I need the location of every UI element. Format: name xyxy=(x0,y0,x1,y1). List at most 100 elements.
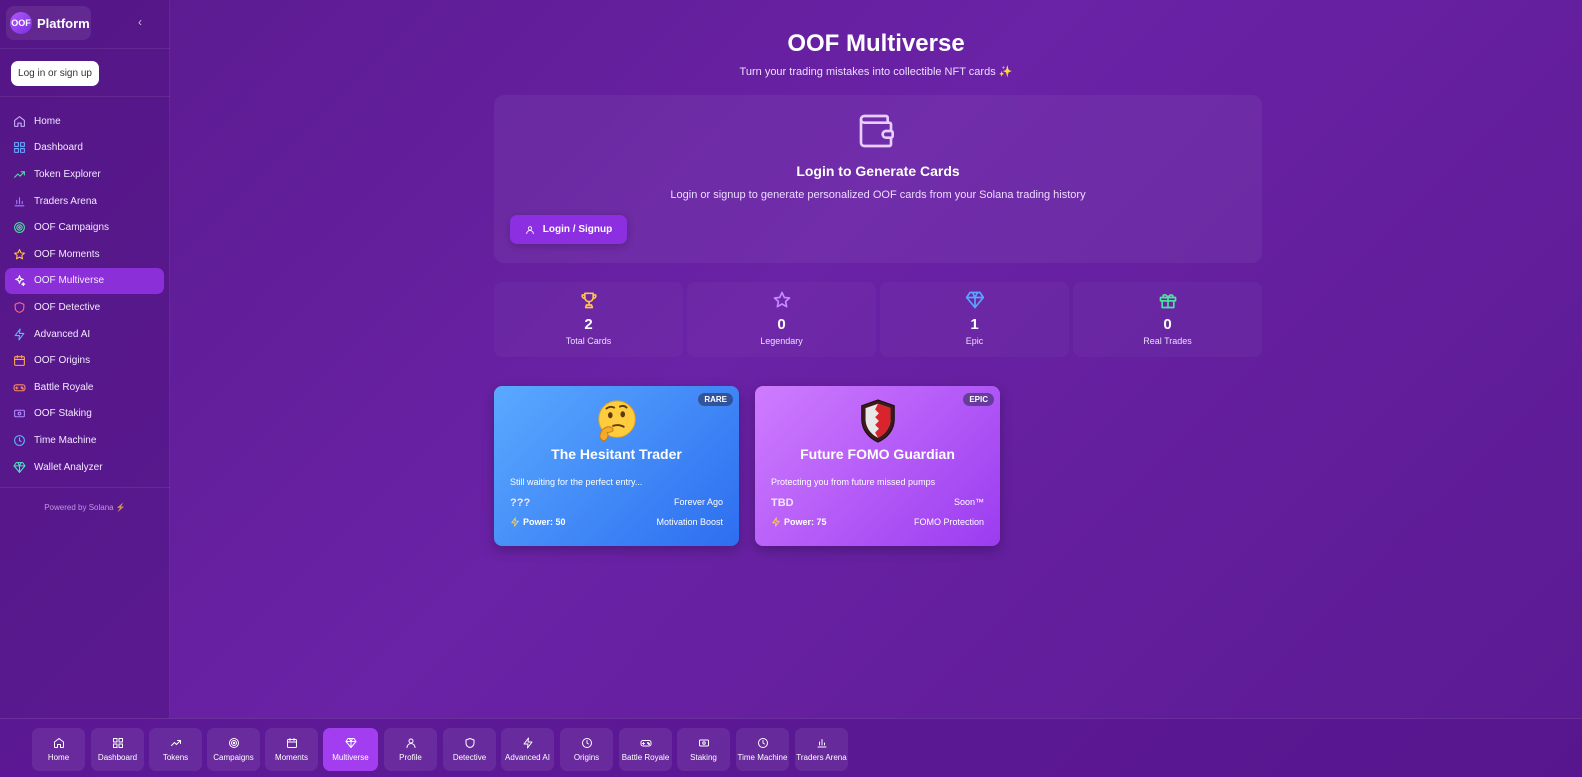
bar-chart-icon xyxy=(817,739,826,748)
brand[interactable]: OOF Platform xyxy=(6,6,91,40)
card-title: The Hesitant Trader xyxy=(551,446,682,462)
sidebar-item-label: OOF Staking xyxy=(34,408,92,420)
bottom-nav-origins[interactable]: Origins xyxy=(560,728,613,771)
card-emoji xyxy=(494,398,739,442)
sidebar-item-label: Traders Arena xyxy=(34,195,97,207)
sidebar-item-oof-multiverse[interactable]: OOF Multiverse xyxy=(5,267,164,295)
sidebar-item-oof-campaigns[interactable]: OOF Campaigns xyxy=(5,214,164,241)
sidebar-item-traders-arena[interactable]: Traders Arena xyxy=(5,188,164,215)
stat-total-cards: 2 Total Cards xyxy=(494,282,683,357)
bottom-nav-detective[interactable]: Detective xyxy=(443,728,496,771)
bottom-nav-dashboard[interactable]: Dashboard xyxy=(91,728,144,771)
bottom-nav-advanced-ai[interactable]: Advanced AI xyxy=(501,728,554,771)
bottom-nav-label: Campaigns xyxy=(213,753,254,762)
page-subtitle: Turn your trading mistakes into collecti… xyxy=(739,66,1013,78)
sidebar-item-label: Dashboard xyxy=(34,142,83,154)
sidebar-item-time-machine[interactable]: Time Machine xyxy=(5,427,164,454)
stat-value: 1 xyxy=(970,316,979,333)
sidebar-item-label: Battle Royale xyxy=(34,381,94,393)
bottom-nav-tokens[interactable]: Tokens xyxy=(149,728,202,771)
card-power: Power: 50 xyxy=(510,517,566,527)
chevron-left-icon[interactable]: ‹ xyxy=(138,15,142,29)
login-card-title: Login to Generate Cards xyxy=(796,163,960,179)
stat-label: Total Cards xyxy=(565,336,612,346)
sidebar-item-oof-moments[interactable]: OOF Moments xyxy=(5,241,164,268)
sidebar-item-oof-origins[interactable]: OOF Origins xyxy=(5,347,164,374)
card-description: Protecting you from future missed pumps xyxy=(771,477,936,487)
sidebar-item-label: Home xyxy=(34,115,61,127)
zap-icon xyxy=(14,328,25,341)
stat-value: 2 xyxy=(584,316,593,333)
card-power-label: Power: 75 xyxy=(784,517,827,527)
gem-icon xyxy=(965,291,984,309)
sidebar-item-home[interactable]: Home xyxy=(5,108,164,135)
sidebar-item-label: OOF Campaigns xyxy=(34,222,110,234)
bottom-nav-multiverse[interactable]: Multiverse xyxy=(323,728,378,771)
card-value: ??? xyxy=(510,497,531,509)
bottom-nav-campaigns[interactable]: Campaigns xyxy=(207,728,260,771)
grid-icon xyxy=(112,738,123,748)
bottom-nav-label: Detective xyxy=(452,753,487,762)
clock-icon xyxy=(14,435,25,446)
bottom-nav-home[interactable]: Home xyxy=(32,728,85,771)
sidebar-nav: Home Dashboard Token Explorer Traders Arena… xyxy=(5,108,164,480)
sidebar-item-label: Time Machine xyxy=(34,434,97,446)
stat-label: Real Trades xyxy=(1143,336,1192,346)
card-power-label: Power: 50 xyxy=(523,517,566,527)
coins-icon xyxy=(698,739,709,747)
target-icon xyxy=(14,222,25,234)
card-date: Forever Ago xyxy=(673,497,723,507)
user-icon xyxy=(526,225,534,234)
trending-up-icon xyxy=(14,171,25,178)
gift-icon xyxy=(1159,294,1176,309)
home-icon xyxy=(53,738,64,748)
user-icon xyxy=(406,738,415,748)
bottom-nav-time-machine[interactable]: Time Machine xyxy=(736,728,789,771)
login-signup-label: Login / Signup xyxy=(542,224,613,235)
bottom-nav-profile[interactable]: Profile xyxy=(384,728,437,771)
coins-icon xyxy=(14,410,25,418)
sidebar-item-battle-royale[interactable]: Battle Royale xyxy=(5,374,164,401)
zap-icon xyxy=(772,517,780,527)
sidebar-item-label: OOF Moments xyxy=(34,248,100,260)
stat-legendary: 0 Legendary xyxy=(687,282,876,357)
login-button[interactable]: Log in or sign up xyxy=(11,61,99,86)
bottom-nav-moments[interactable]: Moments xyxy=(265,728,318,771)
login-signup-button[interactable]: Login / Signup xyxy=(510,215,627,244)
sidebar-item-oof-staking[interactable]: OOF Staking xyxy=(5,401,164,428)
sidebar-item-advanced-ai[interactable]: Advanced AI xyxy=(5,321,164,348)
stat-label: Epic xyxy=(965,336,984,346)
sidebar-item-oof-detective[interactable]: OOF Detective xyxy=(5,294,164,321)
card-power: Power: 75 xyxy=(771,517,827,527)
card-ability: Motivation Boost xyxy=(656,517,723,527)
gem-icon xyxy=(13,461,26,473)
brand-name: Platform xyxy=(37,15,90,31)
stat-value: 0 xyxy=(1163,316,1172,333)
bottom-nav-label: Home xyxy=(47,753,70,762)
stat-value: 0 xyxy=(777,316,786,333)
sidebar-item-label: OOF Multiverse xyxy=(34,275,105,287)
sidebar-item-dashboard[interactable]: Dashboard xyxy=(5,135,164,162)
trophy-icon xyxy=(580,292,597,309)
bottom-nav-label: Staking xyxy=(690,753,717,762)
sidebar-item-label: OOF Detective xyxy=(34,301,101,313)
sparkles-icon xyxy=(15,275,26,287)
bottom-nav-label: Battle Royale xyxy=(621,753,670,762)
nft-card[interactable]: EPIC Future FOMO Guardian Protecting you f… xyxy=(755,386,1000,546)
gamepad-icon xyxy=(640,740,651,747)
wallet-icon xyxy=(859,114,894,148)
login-card-description: Login or signup to generate personalized… xyxy=(670,189,1086,201)
bottom-nav-label: Dashboard xyxy=(97,753,138,762)
page-title: OOF Multiverse xyxy=(787,30,965,57)
nft-card[interactable]: RARE The Hesitant Trader Still waiting for… xyxy=(494,386,739,546)
card-value: TBD xyxy=(771,497,794,509)
bottom-nav-traders-arena[interactable]: Traders Arena xyxy=(795,728,848,771)
bottom-nav-battle-royale[interactable]: Battle Royale xyxy=(619,728,672,771)
bottom-nav-staking[interactable]: Staking xyxy=(677,728,730,771)
bottom-nav-label: Tokens xyxy=(162,753,189,762)
target-icon xyxy=(228,738,239,748)
zap-icon xyxy=(511,517,519,527)
thinking-face-icon xyxy=(597,400,636,442)
sidebar-item-wallet-analyzer[interactable]: Wallet Analyzer xyxy=(5,454,164,481)
sidebar-item-token-explorer[interactable]: Token Explorer xyxy=(5,161,164,188)
